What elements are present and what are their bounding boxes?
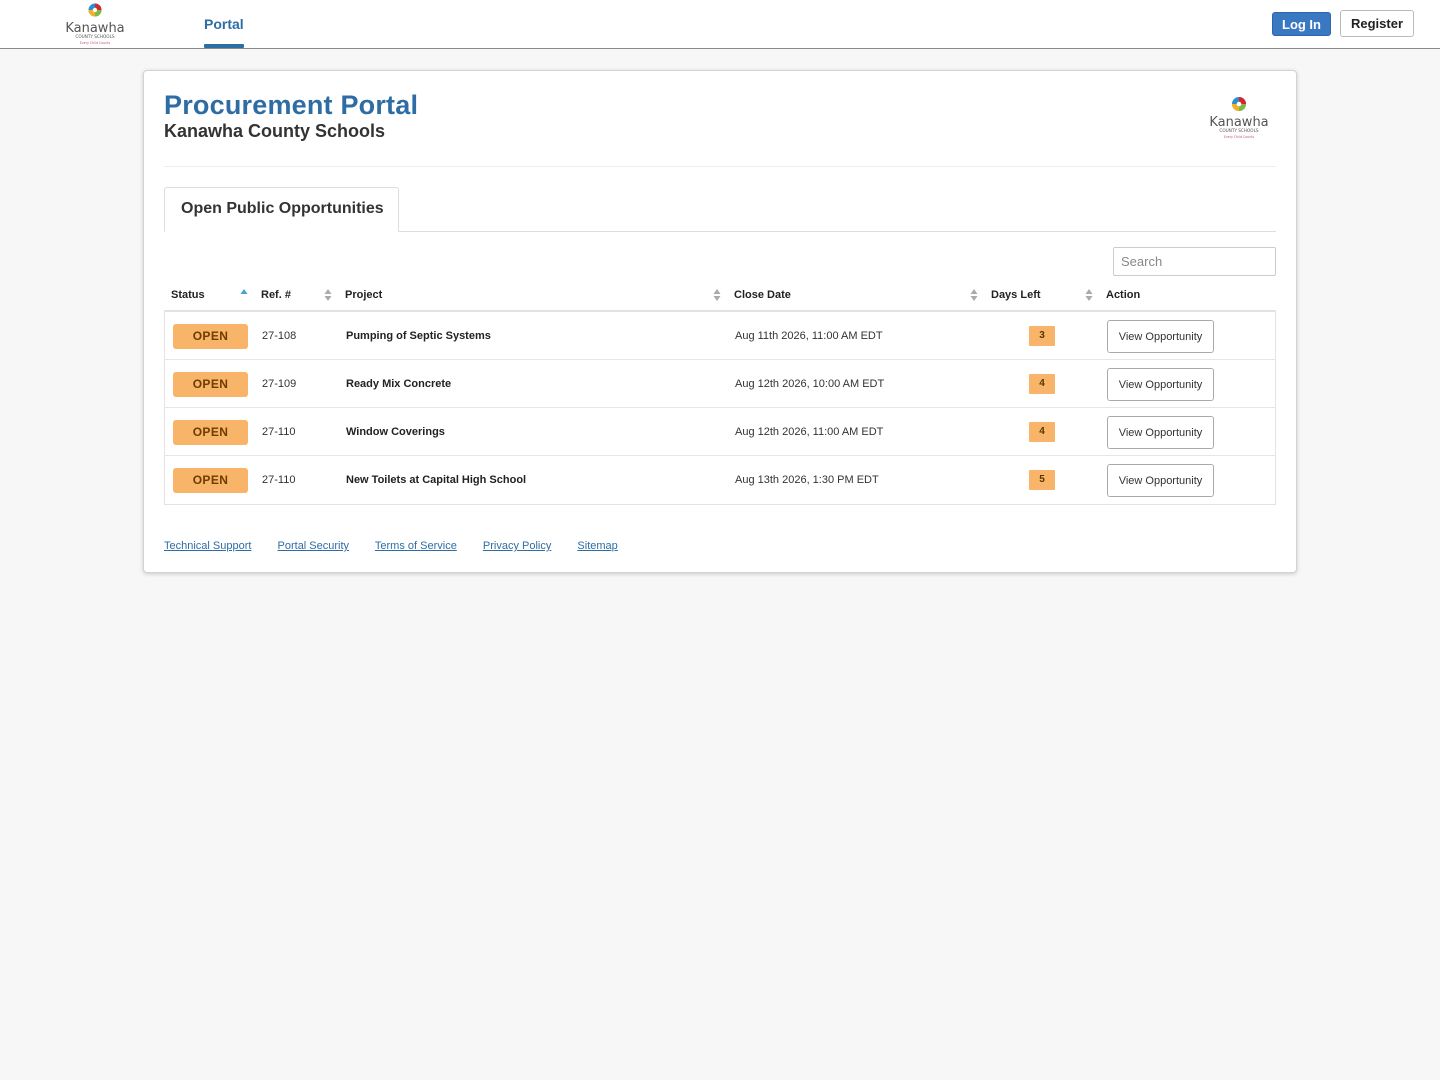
tab-open-public-opportunities[interactable]: Open Public Opportunities	[164, 187, 399, 232]
status-badge: OPEN	[173, 468, 248, 493]
svg-text:COUNTY SCHOOLS: COUNTY SCHOOLS	[75, 34, 115, 39]
page-title: Procurement Portal	[164, 90, 419, 120]
days-left-badge: 3	[1029, 326, 1055, 346]
table-row: OPEN 27-108 Pumping of Septic Systems Au…	[165, 312, 1275, 360]
days-left-badge: 5	[1029, 470, 1055, 490]
project-name: Pumping of Septic Systems	[346, 330, 491, 342]
sort-both-icon[interactable]	[970, 288, 978, 302]
ref-number: 27-110	[262, 474, 296, 486]
footer-link-portal-security[interactable]: Portal Security	[278, 540, 350, 552]
sort-both-icon[interactable]	[1085, 288, 1093, 302]
view-opportunity-button[interactable]: View Opportunity	[1107, 416, 1214, 449]
kanawha-logo[interactable]: Kanawha COUNTY SCHOOLS Every Child Count…	[62, 2, 128, 46]
sort-ascending-icon[interactable]	[240, 288, 248, 302]
kanawha-logo-card: Kanawha COUNTY SCHOOLS Every Child Count…	[1206, 95, 1272, 141]
status-badge: OPEN	[173, 420, 248, 445]
footer-link-privacy-policy[interactable]: Privacy Policy	[483, 540, 551, 552]
close-date: Aug 13th 2026, 1:30 PM EDT	[735, 474, 879, 486]
close-date: Aug 12th 2026, 10:00 AM EDT	[735, 378, 885, 390]
svg-text:COUNTY SCHOOLS: COUNTY SCHOOLS	[1219, 128, 1259, 133]
ref-number: 27-108	[262, 330, 297, 342]
top-navbar: Kanawha COUNTY SCHOOLS Every Child Count…	[0, 0, 1440, 49]
nav-portal-link[interactable]: Portal	[204, 16, 244, 32]
table-row: OPEN 27-110 New Toilets at Capital High …	[165, 456, 1275, 504]
sort-both-icon[interactable]	[713, 288, 721, 302]
close-date: Aug 11th 2026, 11:00 AM EDT	[735, 330, 883, 342]
view-opportunity-button[interactable]: View Opportunity	[1107, 368, 1214, 401]
project-name: New Toilets at Capital High School	[346, 474, 527, 486]
column-header-status[interactable]: Status	[171, 289, 205, 301]
svg-text:Every Child Counts: Every Child Counts	[80, 41, 111, 45]
project-name: Window Coverings	[346, 426, 445, 438]
page-subtitle: Kanawha County Schools	[164, 121, 386, 141]
column-header-ref[interactable]: Ref. #	[261, 289, 291, 301]
kanawha-logo-icon: Kanawha COUNTY SCHOOLS Every Child Count…	[65, 3, 125, 45]
view-opportunity-button[interactable]: View Opportunity	[1107, 464, 1214, 497]
header-divider	[164, 166, 1276, 167]
column-header-days-left[interactable]: Days Left	[991, 289, 1041, 301]
status-badge: OPEN	[173, 372, 248, 397]
login-button[interactable]: Log In	[1272, 12, 1331, 36]
svg-text:Every Child Counts: Every Child Counts	[1224, 135, 1255, 139]
footer-link-technical-support[interactable]: Technical Support	[164, 540, 251, 552]
footer-link-sitemap[interactable]: Sitemap	[577, 540, 617, 552]
close-date: Aug 12th 2026, 11:00 AM EDT	[735, 426, 884, 438]
search-input[interactable]	[1113, 247, 1276, 276]
column-header-action: Action	[1106, 289, 1141, 301]
footer-links: Technical Support Portal Security Terms …	[164, 540, 641, 552]
status-badge: OPEN	[173, 324, 248, 349]
register-button[interactable]: Register	[1340, 10, 1414, 37]
days-left-badge: 4	[1029, 374, 1055, 394]
table-row: OPEN 27-110 Window Coverings Aug 12th 20…	[165, 408, 1275, 456]
sort-both-icon[interactable]	[324, 288, 332, 302]
view-opportunity-button[interactable]: View Opportunity	[1107, 320, 1214, 353]
ref-number: 27-109	[262, 378, 297, 390]
footer-link-terms-of-service[interactable]: Terms of Service	[375, 540, 457, 552]
table-row: OPEN 27-109 Ready Mix Concrete Aug 12th …	[165, 360, 1275, 408]
column-header-project[interactable]: Project	[345, 289, 382, 301]
ref-number: 27-110	[262, 426, 296, 438]
days-left-badge: 4	[1029, 422, 1055, 442]
project-name: Ready Mix Concrete	[346, 378, 452, 390]
opportunities-table: OPEN 27-108 Pumping of Septic Systems Au…	[164, 312, 1276, 505]
column-header-close-date[interactable]: Close Date	[734, 289, 791, 301]
kanawha-logo-icon: Kanawha COUNTY SCHOOLS Every Child Count…	[1209, 97, 1269, 139]
nav-active-indicator	[204, 44, 244, 48]
